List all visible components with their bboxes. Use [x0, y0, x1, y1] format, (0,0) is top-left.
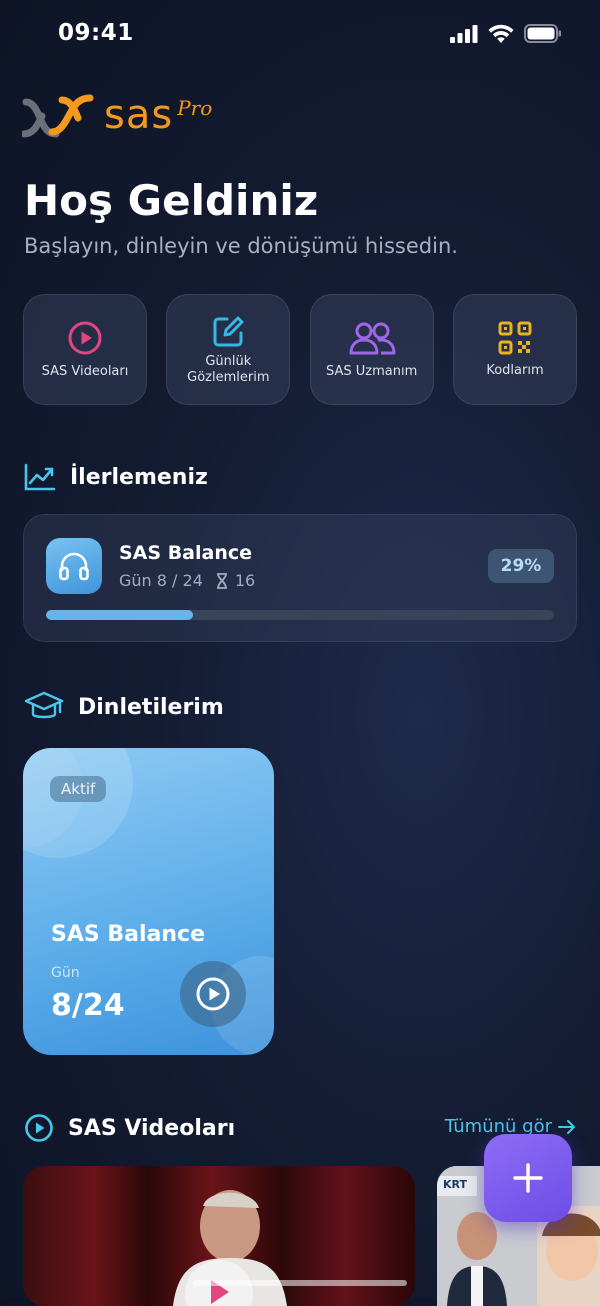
headphones-tile [46, 538, 102, 594]
quick-action-label: Kodlarım [486, 362, 544, 378]
videos-section-header: SAS Videoları [24, 1113, 235, 1143]
progress-bar-fill [46, 610, 194, 620]
quick-action-label: SAS Uzmanım [326, 363, 418, 379]
listening-card[interactable]: Aktif SAS Balance Gün 8/24 [23, 748, 274, 1055]
listening-section-header: Dinletilerim [24, 690, 224, 724]
channel-logo: KRT [443, 1178, 468, 1191]
progress-day-text: Gün 8 / 24 [119, 571, 203, 590]
headphones-icon [59, 552, 89, 581]
progress-card[interactable]: SAS Balance Gün 8 / 24 16 29% [23, 514, 577, 642]
battery-icon [524, 24, 561, 43]
section-title: Dinletilerim [78, 694, 224, 720]
progress-card-title: SAS Balance [119, 542, 252, 564]
plus-icon [513, 1163, 543, 1193]
quick-action-sas-expert[interactable]: SAS Uzmanım [309, 294, 434, 405]
graduation-cap-icon [24, 691, 64, 719]
section-title: SAS Videoları [68, 1115, 236, 1141]
edit-square-icon [213, 316, 244, 346]
quick-action-label: Günlük Gözlemlerim [187, 353, 270, 385]
hourglass-count: 16 [234, 571, 256, 590]
progress-card-meta: Gün 8 / 24 16 [119, 571, 255, 590]
qr-code-icon [498, 321, 532, 354]
brand-logo: sas Pro [22, 92, 212, 138]
users-icon [349, 322, 396, 354]
play-circle-icon [196, 977, 230, 1011]
quick-actions: SAS Videoları Günlük Gözlemlerim SAS Uzm… [23, 294, 577, 405]
quick-action-codes[interactable]: Kodlarım [452, 294, 577, 405]
signal-icon [450, 24, 478, 43]
page-title: Hoş Geldiniz [24, 176, 319, 225]
status-time: 09:41 [58, 20, 134, 46]
play-circle-icon [25, 1114, 53, 1142]
arrow-right-icon [558, 1119, 575, 1134]
brand-name: sas [104, 92, 174, 138]
listening-day-label: Gün [51, 965, 80, 981]
quick-action-sas-videos[interactable]: SAS Videoları [23, 294, 147, 405]
section-title: İlerlemeniz [70, 464, 208, 490]
status-icons [450, 24, 562, 43]
brand-suffix: Pro [177, 96, 213, 120]
add-button[interactable] [484, 1134, 572, 1222]
page-subtitle: Başlayın, dinleyin ve dönüşümü hissedin. [24, 234, 458, 258]
progress-section-header: İlerlemeniz [24, 463, 208, 491]
trend-chart-icon [24, 463, 56, 491]
status-badge: Aktif [50, 776, 107, 802]
play-circle-icon [68, 321, 102, 354]
hourglass-icon [216, 572, 227, 589]
wifi-icon [488, 24, 514, 43]
quick-action-daily-notes[interactable]: Günlük Gözlemlerim [166, 294, 291, 405]
brand-mark-icon [22, 94, 94, 138]
progress-bar [46, 610, 554, 620]
listening-card-title: SAS Balance [51, 922, 205, 947]
quick-action-label: SAS Videoları [41, 363, 129, 379]
progress-percent-badge: 29% [488, 549, 554, 583]
home-indicator [193, 1280, 407, 1286]
listening-day-value: 8/24 [51, 988, 125, 1023]
listening-play-button[interactable] [180, 961, 246, 1027]
